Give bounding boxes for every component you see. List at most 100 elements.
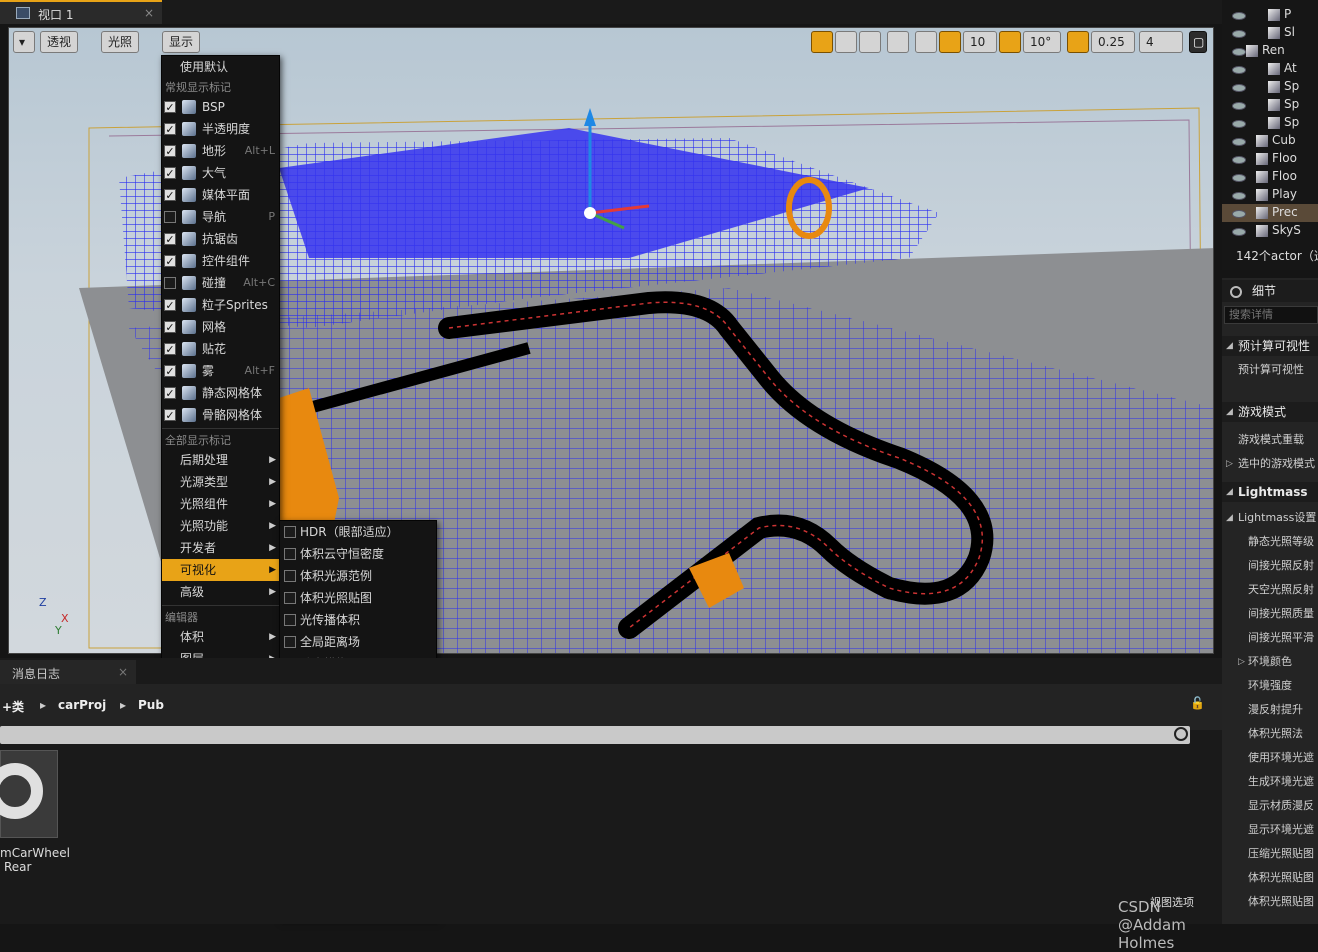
chevron-right-icon[interactable]: ▷ xyxy=(1238,652,1245,672)
submenu-item[interactable]: 光照组件 ▶ xyxy=(162,493,279,515)
chevron-down-icon[interactable]: ◢ xyxy=(1226,508,1233,528)
perspective-button[interactable]: 透视 xyxy=(40,31,79,53)
eye-icon[interactable] xyxy=(1232,228,1246,236)
outliner-row[interactable]: Play xyxy=(1222,186,1318,204)
asset-thumbnail[interactable] xyxy=(0,750,58,838)
details-property[interactable]: 体积光照贴图 xyxy=(1222,892,1318,912)
checkbox[interactable]: ✓ xyxy=(164,123,176,135)
details-property[interactable]: ▷ 选中的游戏模式 xyxy=(1222,454,1318,474)
show-flag-item[interactable]: 碰撞 Alt+C xyxy=(162,272,279,294)
details-section-header[interactable]: ◢ 预计算可视性 xyxy=(1222,336,1318,356)
chevron-down-icon[interactable]: ◢ xyxy=(1226,482,1233,502)
translate-tool-button[interactable] xyxy=(811,31,833,53)
checkbox[interactable]: ✓ xyxy=(164,189,176,201)
outliner-row[interactable]: Sp xyxy=(1222,114,1318,132)
visualize-item[interactable]: 体积云守恒密度 xyxy=(280,543,436,565)
outliner-row[interactable]: Floo xyxy=(1222,150,1318,168)
details-property[interactable]: 压缩光照贴图 xyxy=(1222,844,1318,864)
submenu-item[interactable]: 光源类型 ▶ xyxy=(162,471,279,493)
grid-snap-value[interactable]: 10 xyxy=(963,31,997,53)
checkbox[interactable]: ✓ xyxy=(164,321,176,333)
details-property[interactable]: 体积光照法 xyxy=(1222,724,1318,744)
checkbox[interactable]: ✓ xyxy=(164,167,176,179)
checkbox[interactable] xyxy=(284,592,296,604)
eye-icon[interactable] xyxy=(1232,156,1246,164)
details-property[interactable]: 显示材质漫反 xyxy=(1222,796,1318,816)
lighting-button[interactable]: 光照 xyxy=(101,31,140,53)
submenu-item[interactable]: 高级 ▶ xyxy=(162,581,279,603)
checkbox[interactable] xyxy=(284,614,296,626)
details-property[interactable]: 间接光照反射 xyxy=(1222,556,1318,576)
rotate-snap-toggle[interactable] xyxy=(999,31,1021,53)
details-section-header[interactable]: ◢ Lightmass xyxy=(1222,482,1318,502)
details-property[interactable]: 天空光照反射 xyxy=(1222,580,1318,600)
checkbox[interactable] xyxy=(284,548,296,560)
show-button[interactable]: 显示 xyxy=(162,31,201,53)
world-local-button[interactable] xyxy=(887,31,909,53)
details-search-input[interactable]: 搜索详情 xyxy=(1224,306,1318,324)
outliner-row[interactable]: Cub xyxy=(1222,132,1318,150)
show-flag-item[interactable]: 导航 P xyxy=(162,206,279,228)
show-flag-item[interactable]: ✓ 雾 Alt+F xyxy=(162,360,279,382)
details-property[interactable]: 使用环境光遮 xyxy=(1222,748,1318,768)
eye-icon[interactable] xyxy=(1232,102,1246,110)
outliner-row[interactable]: Sp xyxy=(1222,78,1318,96)
show-flag-item[interactable]: ✓ 大气 xyxy=(162,162,279,184)
details-property[interactable]: 生成环境光遮 xyxy=(1222,772,1318,792)
checkbox[interactable]: ✓ xyxy=(164,255,176,267)
submenu-item[interactable]: 开发者 ▶ xyxy=(162,537,279,559)
outliner-row[interactable]: Sp xyxy=(1222,96,1318,114)
checkbox[interactable]: ✓ xyxy=(164,387,176,399)
maximize-icon[interactable]: ▢ xyxy=(1189,31,1207,53)
checkbox[interactable] xyxy=(284,570,296,582)
eye-icon[interactable] xyxy=(1232,84,1246,92)
outliner-row[interactable]: P xyxy=(1222,6,1318,24)
add-class-button[interactable]: +类 xyxy=(2,698,24,715)
eye-icon[interactable] xyxy=(1232,30,1246,38)
eye-icon[interactable] xyxy=(1232,120,1246,128)
outliner-row[interactable]: SkyS xyxy=(1222,222,1318,240)
checkbox[interactable]: ✓ xyxy=(164,365,176,377)
details-property[interactable]: 漫反射提升 xyxy=(1222,700,1318,720)
rotate-tool-button[interactable] xyxy=(835,31,857,53)
checkbox[interactable] xyxy=(284,636,296,648)
outliner-row[interactable]: At xyxy=(1222,60,1318,78)
scale-snap-value[interactable]: 0.25 xyxy=(1091,31,1135,53)
outliner-row[interactable]: Floo xyxy=(1222,168,1318,186)
checkbox[interactable]: ✓ xyxy=(164,409,176,421)
details-property[interactable]: ◢ Lightmass设置 xyxy=(1222,508,1318,528)
submenu-item[interactable]: 体积 ▶ xyxy=(162,626,279,648)
show-flag-item[interactable]: ✓ 骨骼网格体 xyxy=(162,404,279,426)
checkbox[interactable]: ✓ xyxy=(164,299,176,311)
checkbox[interactable] xyxy=(164,277,176,289)
viewport-options-button[interactable]: ▾ xyxy=(13,31,35,53)
asset-search-input[interactable] xyxy=(0,726,1190,744)
show-flag-item[interactable]: ✓ 贴花 xyxy=(162,338,279,360)
close-icon[interactable]: × xyxy=(118,665,128,679)
chevron-down-icon[interactable]: ◢ xyxy=(1226,402,1233,422)
outliner-row[interactable]: Sl xyxy=(1222,24,1318,42)
eye-icon[interactable] xyxy=(1232,138,1246,146)
details-property[interactable]: 预计算可视性 xyxy=(1222,360,1318,380)
eye-icon[interactable] xyxy=(1232,192,1246,200)
show-flag-item[interactable]: ✓ 控件组件 xyxy=(162,250,279,272)
checkbox[interactable]: ✓ xyxy=(164,101,176,113)
outliner-row[interactable]: Ren xyxy=(1222,42,1318,60)
details-property[interactable]: 间接光照质量 xyxy=(1222,604,1318,624)
show-flag-item[interactable]: ✓ BSP xyxy=(162,96,279,118)
eye-icon[interactable] xyxy=(1232,12,1246,20)
camera-speed-button[interactable]: 4 xyxy=(1139,31,1183,53)
submenu-item[interactable]: 可视化 ▶ xyxy=(162,559,279,581)
eye-icon[interactable] xyxy=(1232,210,1246,218)
grid-snap-toggle[interactable] xyxy=(939,31,961,53)
checkbox[interactable]: ✓ xyxy=(164,343,176,355)
details-property[interactable]: 静态光照等级 xyxy=(1222,532,1318,552)
details-property[interactable]: 环境强度 xyxy=(1222,676,1318,696)
show-flag-item[interactable]: ✓ 半透明度 xyxy=(162,118,279,140)
details-property[interactable]: 显示环境光遮 xyxy=(1222,820,1318,840)
chevron-down-icon[interactable]: ◢ xyxy=(1226,336,1233,356)
eye-icon[interactable] xyxy=(1232,66,1246,74)
visualize-item[interactable]: 体积光源范例 xyxy=(280,565,436,587)
show-flag-item[interactable]: ✓ 粒子Sprites xyxy=(162,294,279,316)
details-section-header[interactable]: ◢ 游戏模式 xyxy=(1222,402,1318,422)
